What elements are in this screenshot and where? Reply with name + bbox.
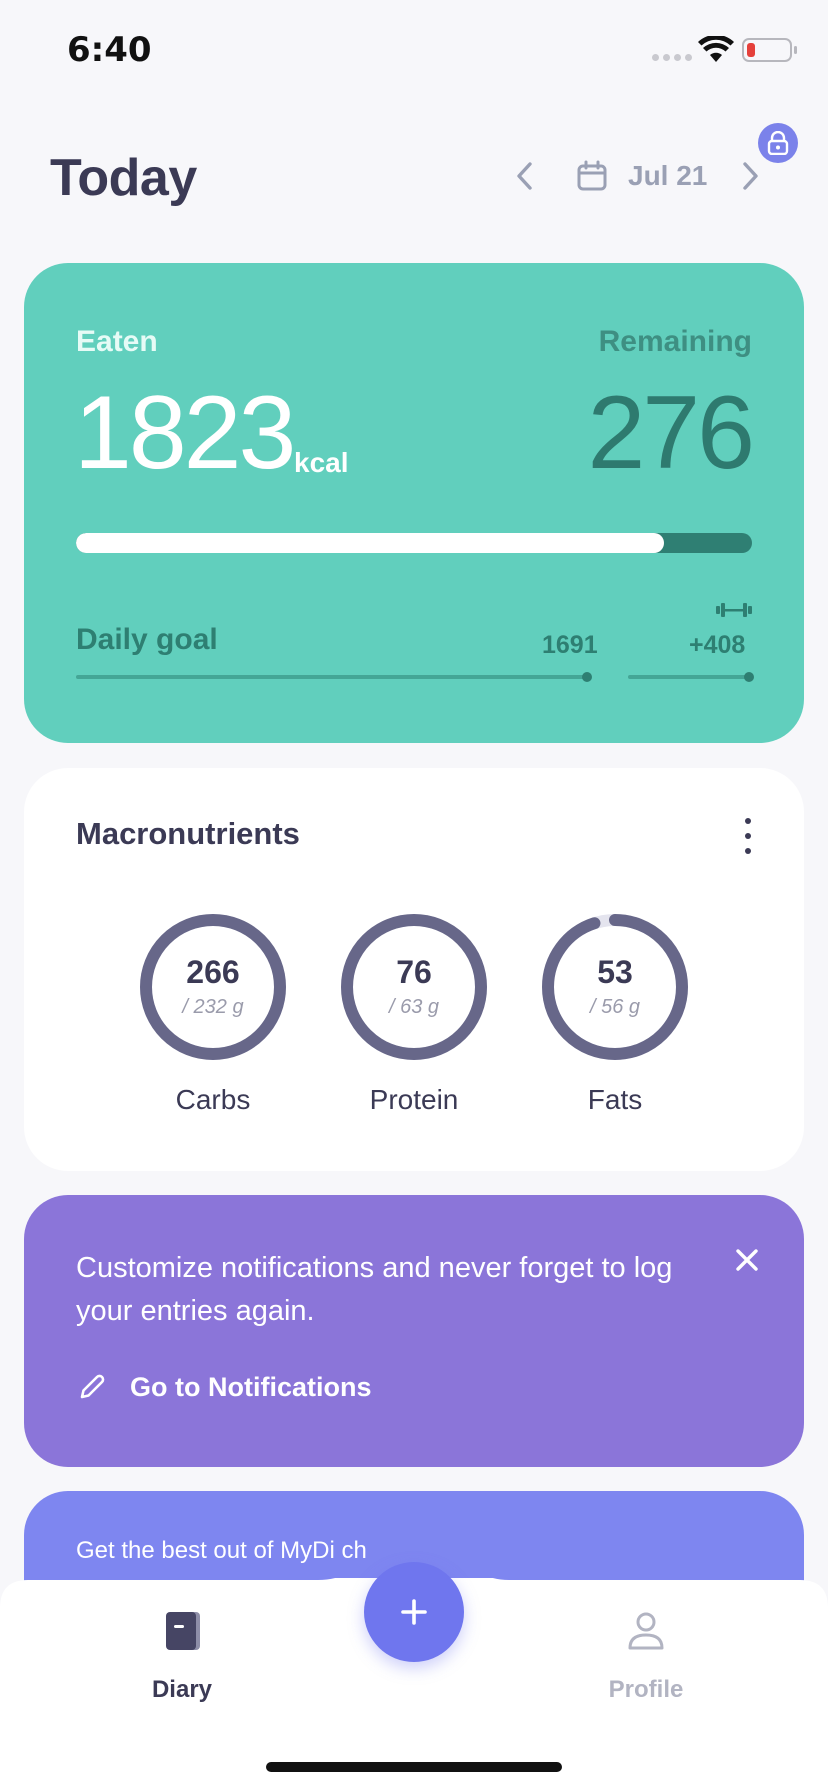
page-title: Today [50, 149, 197, 207]
previous-day-button[interactable] [510, 158, 540, 194]
daily-goal-label: Daily goal [76, 623, 218, 656]
current-date[interactable]: Jul 21 [628, 160, 707, 192]
dumbbell-icon [716, 603, 752, 617]
diary-icon [166, 1612, 200, 1650]
fats-value: 53 [597, 954, 633, 990]
carbs-label: Carbs [175, 1084, 251, 1115]
close-icon[interactable] [730, 1243, 764, 1277]
battery-icon [742, 38, 797, 62]
tab-diary[interactable]: Diary [102, 1608, 262, 1704]
next-day-button[interactable] [735, 158, 765, 194]
remaining-label: Remaining [598, 325, 752, 358]
more-options-icon[interactable] [738, 818, 758, 854]
macro-fats: 53 / 56 g Fats [540, 912, 690, 1116]
notification-link-label: Go to Notifications [130, 1371, 372, 1402]
fats-target: / 56 g [589, 996, 641, 1018]
macronutrients-title: Macronutrients [76, 816, 300, 851]
remaining-value: 276 [587, 375, 755, 491]
status-bar: 6:40 [0, 0, 828, 100]
macro-protein: 76 / 63 g Protein [339, 912, 489, 1116]
wifi-icon [698, 36, 734, 62]
add-entry-button[interactable] [364, 1562, 464, 1662]
protein-ring: 76 / 63 g [339, 912, 489, 1062]
status-time: 6:40 [67, 30, 152, 70]
eaten-label: Eaten [76, 325, 158, 358]
fats-ring: 53 / 56 g [540, 912, 690, 1062]
calorie-progress-fill [76, 533, 665, 553]
exercise-bonus-value: +408 [689, 631, 746, 659]
tab-profile[interactable]: Profile [566, 1608, 726, 1704]
carbs-ring: 266 / 232 g [138, 912, 288, 1062]
tab-diary-label: Diary [151, 1676, 213, 1703]
profile-icon [628, 1612, 664, 1650]
daily-goal-line [76, 672, 592, 682]
exercise-bonus-line [628, 672, 754, 682]
protein-value: 76 [396, 954, 432, 990]
fats-label: Fats [587, 1084, 643, 1115]
calendar-icon[interactable] [576, 160, 608, 192]
macronutrients-card[interactable]: Macronutrients 266 / 232 g Carbs 76 / 63… [24, 768, 804, 1171]
notification-text: Customize notifications and never forget… [76, 1252, 673, 1327]
lock-button[interactable] [758, 123, 798, 163]
kcal-unit: kcal [294, 447, 349, 478]
protein-label: Protein [369, 1084, 459, 1115]
pencil-icon [80, 1374, 105, 1399]
daily-goal-value: 1691 [542, 631, 598, 659]
signal-icon [652, 54, 692, 61]
notification-banner: Customize notifications and never forget… [24, 1195, 804, 1467]
carbs-value: 266 [186, 954, 240, 990]
promo-text: Get the best out of MyDi ch [76, 1537, 367, 1564]
go-to-notifications-link[interactable]: Go to Notifications [76, 1371, 371, 1403]
protein-target: / 63 g [388, 996, 440, 1018]
lock-icon [767, 131, 789, 155]
carbs-target: / 232 g [182, 996, 244, 1018]
macro-carbs: 266 / 232 g Carbs [138, 912, 288, 1116]
eaten-value: 1823 [74, 375, 296, 491]
calorie-progress-bar [76, 533, 752, 553]
calorie-summary-card[interactable]: Eaten Remaining 1823 kcal 276 Daily goal… [24, 263, 804, 743]
plus-icon [401, 1599, 427, 1625]
home-indicator [266, 1762, 562, 1772]
tab-profile-label: Profile [608, 1676, 684, 1703]
